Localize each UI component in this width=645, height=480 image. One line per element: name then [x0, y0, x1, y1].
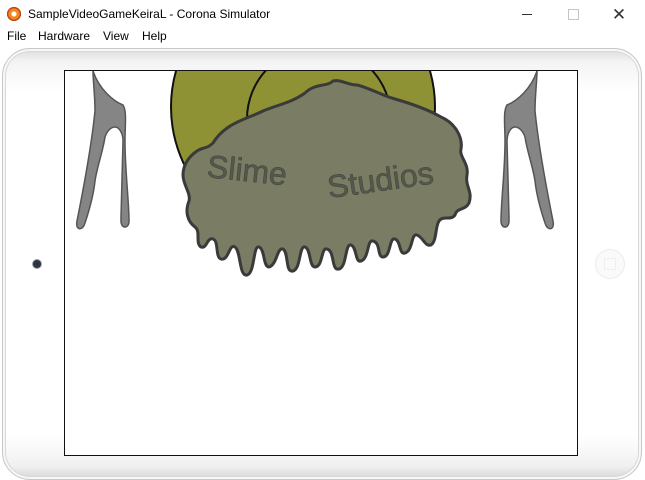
- simulator-screen[interactable]: Slime Studios: [64, 70, 578, 456]
- right-spoon: [500, 71, 555, 230]
- left-spoon: [75, 71, 130, 230]
- minimize-button[interactable]: [504, 0, 550, 29]
- menu-view[interactable]: View: [103, 29, 129, 43]
- slime-studios-logo: Slime Studios: [75, 71, 555, 277]
- home-button[interactable]: [595, 249, 625, 279]
- menu-file[interactable]: File: [7, 29, 26, 43]
- menu-help[interactable]: Help: [142, 29, 167, 43]
- close-icon: ✕: [611, 4, 627, 24]
- close-button[interactable]: ✕: [596, 0, 642, 29]
- maximize-icon: [567, 9, 579, 20]
- title-bar: SampleVideoGameKeiraL - Corona Simulator…: [0, 0, 645, 29]
- menu-bar: File Hardware View Help: [0, 27, 645, 46]
- minimize-icon: [522, 14, 532, 15]
- home-button-icon: [604, 258, 616, 270]
- corona-app-icon[interactable]: [7, 7, 21, 21]
- window-title: SampleVideoGameKeiraL - Corona Simulator: [28, 7, 271, 21]
- camera-icon: [33, 260, 41, 268]
- menu-hardware[interactable]: Hardware: [38, 29, 90, 43]
- maximize-button[interactable]: [550, 0, 596, 29]
